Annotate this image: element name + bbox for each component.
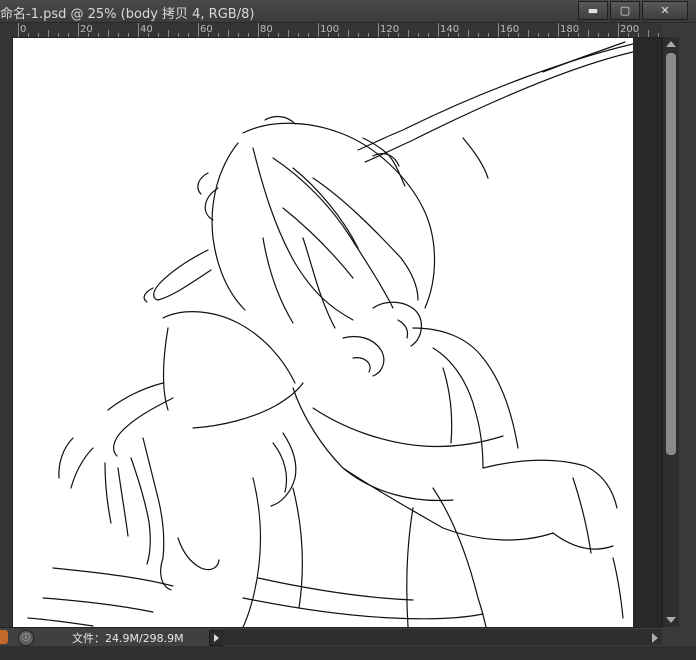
ruler-minor-tick [418,33,419,37]
horizontal-ruler[interactable]: 0 20 40 60 80 100 120 140 160 180 200 [12,23,662,38]
ruler-minor-tick [228,30,229,37]
ruler-label: 180 [560,24,580,35]
ruler-tick [378,23,379,37]
scroll-up-arrow-icon[interactable] [666,41,676,47]
ruler-minor-tick [178,33,179,37]
bottom-strip [0,646,696,660]
maximize-button[interactable]: ▢ [610,1,640,20]
ruler-minor-tick [358,33,359,37]
ruler-label: 60 [200,24,213,35]
document-title: 命名-1.psd @ 25% (body 拷贝 4, RGB/8) [0,7,255,22]
ruler-minor-tick [208,33,209,37]
ruler-tick [78,23,79,37]
ruler-minor-tick [38,33,39,37]
file-size-info: 文件：24.9M/298.9M [72,632,184,645]
ruler-minor-tick [298,33,299,37]
sketch-drawing [27,41,634,627]
status-info-icon[interactable]: ⓘ [18,630,34,646]
ruler-minor-tick [408,30,409,37]
ruler-minor-tick [458,33,459,37]
ruler-minor-tick [98,33,99,37]
ruler-minor-tick [638,33,639,37]
ruler-minor-tick [348,30,349,37]
scroll-down-arrow-icon[interactable] [666,617,676,623]
ruler-minor-tick [58,33,59,37]
ruler-minor-tick [218,33,219,37]
ruler-minor-tick [648,30,649,37]
ruler-minor-tick [368,33,369,37]
ruler-minor-tick [328,33,329,37]
ruler-label: 100 [320,24,340,35]
zoom-level-indicator[interactable] [0,630,8,644]
ruler-minor-tick [248,33,249,37]
scroll-right-arrow-icon[interactable] [652,633,658,643]
document-title-bar: 命名-1.psd @ 25% (body 拷贝 4, RGB/8) ▬ ▢ ✕ [0,0,696,23]
status-menu-arrow-icon[interactable] [209,630,223,646]
ruler-tick [498,23,499,37]
ruler-minor-tick [388,33,389,37]
vertical-scrollbar[interactable] [662,37,679,627]
ruler-minor-tick [658,33,659,37]
ruler-minor-tick [268,33,269,37]
ruler-minor-tick [508,33,509,37]
ruler-minor-tick [68,33,69,37]
ruler-label: 160 [500,24,520,35]
ruler-label: 20 [80,24,93,35]
ruler-minor-tick [148,33,149,37]
document-canvas[interactable] [13,38,634,627]
ruler-minor-tick [598,33,599,37]
vertical-ruler[interactable] [0,37,13,627]
ruler-minor-tick [528,30,529,37]
ruler-minor-tick [168,30,169,37]
ruler-label: 0 [20,24,27,35]
close-button[interactable]: ✕ [642,1,688,20]
ruler-minor-tick [468,30,469,37]
ruler-minor-tick [28,33,29,37]
ruler-minor-tick [238,33,239,37]
horizontal-scrollbar[interactable] [222,629,662,645]
ruler-minor-tick [128,33,129,37]
ruler-minor-tick [338,33,339,37]
ruler-minor-tick [448,33,449,37]
ruler-minor-tick [288,30,289,37]
ruler-minor-tick [538,33,539,37]
window-controls: ▬ ▢ ✕ [578,1,688,20]
ruler-label: 140 [440,24,460,35]
ruler-minor-tick [578,33,579,37]
ruler-minor-tick [428,33,429,37]
ruler-tick [258,23,259,37]
ruler-minor-tick [158,33,159,37]
vertical-scroll-thumb[interactable] [666,53,676,455]
minimize-button[interactable]: ▬ [578,1,608,20]
ruler-label: 80 [260,24,273,35]
scrollbar-corner [662,627,696,646]
ruler-label: 200 [620,24,640,35]
ruler-minor-tick [518,33,519,37]
ruler-minor-tick [628,33,629,37]
ruler-minor-tick [568,33,569,37]
ruler-minor-tick [588,30,589,37]
ruler-minor-tick [488,33,489,37]
ruler-tick [618,23,619,37]
ruler-tick [558,23,559,37]
ruler-minor-tick [478,33,479,37]
ruler-label: 40 [140,24,153,35]
ruler-minor-tick [398,33,399,37]
ruler-minor-tick [108,30,109,37]
ruler-tick [438,23,439,37]
ruler-label: 120 [380,24,400,35]
ruler-tick [138,23,139,37]
ruler-minor-tick [88,33,89,37]
ruler-minor-tick [118,33,119,37]
ruler-tick [198,23,199,37]
ruler-tick [318,23,319,37]
ruler-minor-tick [308,33,309,37]
ruler-tick [18,23,19,37]
ruler-minor-tick [608,33,609,37]
ruler-minor-tick [48,30,49,37]
ruler-minor-tick [548,33,549,37]
canvas-area[interactable] [13,38,662,627]
ruler-minor-tick [278,33,279,37]
ruler-minor-tick [188,33,189,37]
